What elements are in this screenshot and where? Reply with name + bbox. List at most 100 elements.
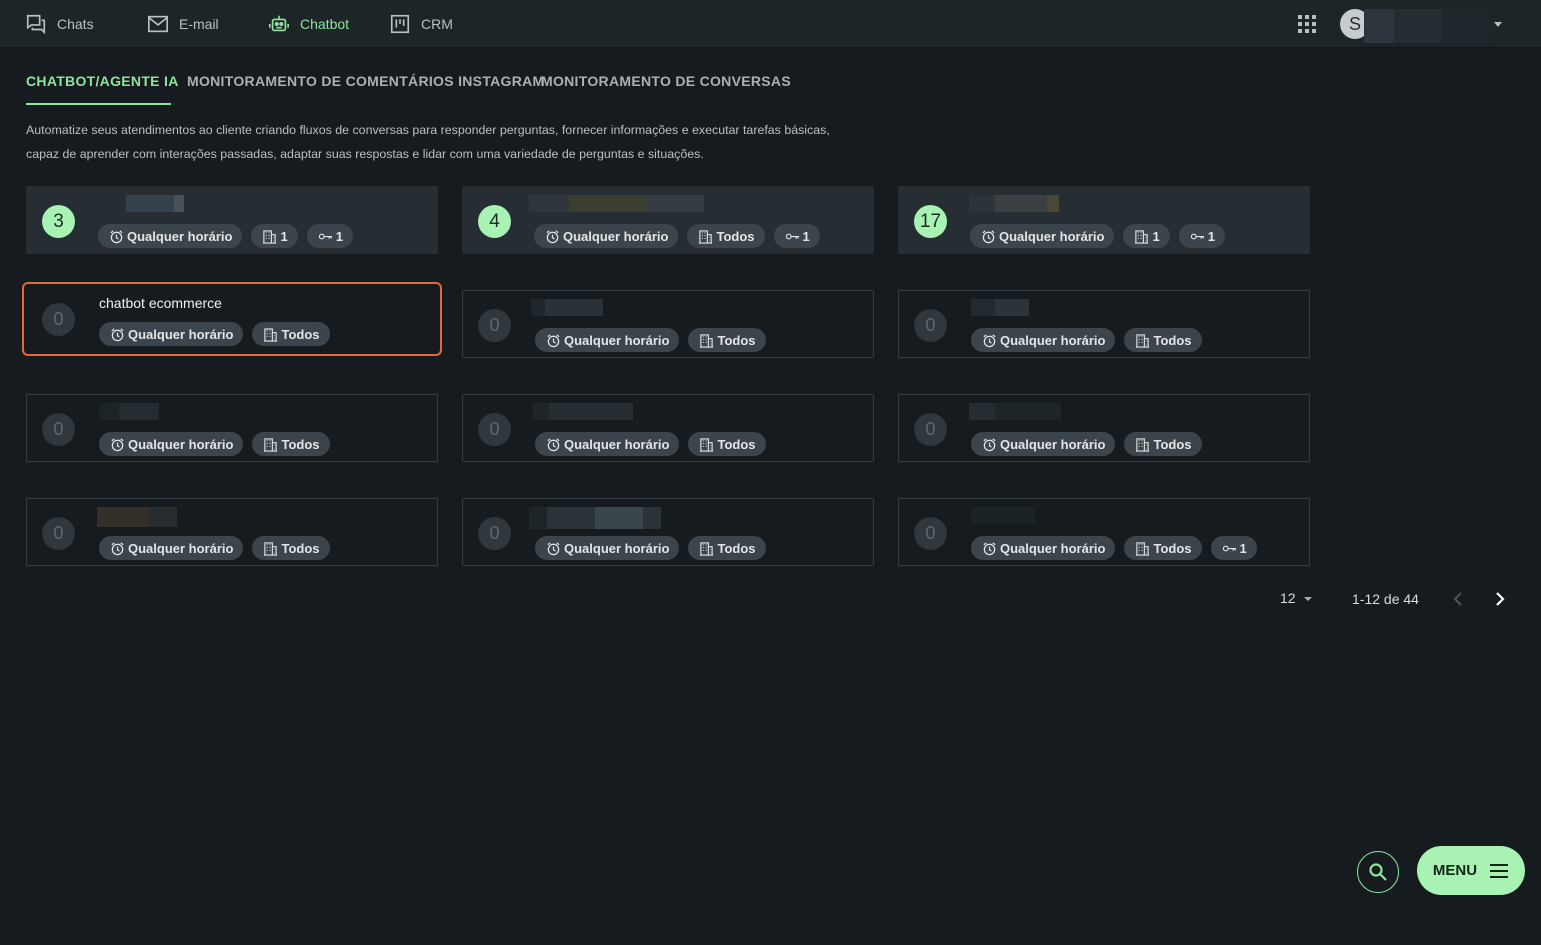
schedule-label: Qualquer horário xyxy=(999,228,1105,244)
departments-chip: Todos xyxy=(252,432,330,456)
items-per-page-value: 12 xyxy=(1280,590,1296,606)
chatbot-card[interactable]: 0 Qualquer horário Todos xyxy=(462,498,874,566)
schedule-label: Qualquer horário xyxy=(564,436,670,452)
key-icon xyxy=(1222,545,1236,551)
chat-bubbles-icon xyxy=(26,14,46,35)
card-title-redacted xyxy=(126,195,184,212)
chatbot-card[interactable]: 0 Qualquer horário Todos xyxy=(462,290,874,358)
building-icon xyxy=(700,333,714,348)
schedule-chip: Qualquer horário xyxy=(971,328,1116,352)
departments-chip: Todos xyxy=(688,328,766,352)
departments-label: 1 xyxy=(280,228,288,244)
card-count-badge: 0 xyxy=(42,517,75,550)
chatbot-card-selected[interactable]: 0 chatbot ecommerce Qualquer horário Tod… xyxy=(22,282,442,356)
card-title-redacted xyxy=(531,299,603,316)
tab-conversation-monitoring[interactable]: MONITORAMENTO DE CONVERSAS xyxy=(541,73,791,89)
chatbot-card[interactable]: 0 Qualquer horário Todos 1 xyxy=(898,498,1310,566)
chatbot-card[interactable]: 0 Qualquer horário Todos xyxy=(898,290,1310,358)
tab-instagram-monitoring[interactable]: MONITORAMENTO DE COMENTÁRIOS INSTAGRAM xyxy=(187,73,545,89)
card-count-badge: 0 xyxy=(478,309,511,342)
alarm-clock-icon xyxy=(983,541,996,555)
chevron-right-icon[interactable] xyxy=(1489,589,1509,609)
building-icon xyxy=(699,229,713,244)
departments-label: Todos xyxy=(716,228,755,244)
nav-email-label: E-mail xyxy=(179,16,219,32)
chatbot-card[interactable]: 0 Qualquer horário Todos xyxy=(26,498,438,566)
departments-label: 1 xyxy=(1152,228,1160,244)
departments-chip: 1 xyxy=(1123,224,1170,248)
alarm-clock-icon xyxy=(547,333,560,347)
card-title-redacted xyxy=(969,403,1061,420)
nav-chats-label: Chats xyxy=(57,16,94,32)
nav-email[interactable]: E-mail xyxy=(147,0,219,48)
envelope-icon xyxy=(148,15,168,33)
departments-chip: Todos xyxy=(252,322,330,346)
schedule-label: Qualquer horário xyxy=(564,332,670,348)
card-title: chatbot ecommerce xyxy=(99,295,222,311)
departments-chip: Todos xyxy=(1124,536,1202,560)
schedule-label: Qualquer horário xyxy=(128,540,234,556)
chatbot-card[interactable]: 0 Qualquer horário Todos xyxy=(462,394,874,462)
alarm-clock-icon xyxy=(547,437,560,451)
page-description: Automatize seus atendimentos ao cliente … xyxy=(26,118,926,166)
hamburger-icon xyxy=(1490,863,1509,878)
alarm-clock-icon xyxy=(546,229,559,243)
departments-label: Todos xyxy=(717,540,756,556)
chatbot-card[interactable]: 4 Qualquer horário Todos 1 xyxy=(462,186,874,254)
alarm-clock-icon xyxy=(983,333,996,347)
keys-chip: 1 xyxy=(773,224,820,248)
chatbot-card[interactable]: 17 Qualquer horário 1 1 xyxy=(898,186,1310,254)
schedule-chip: Qualquer horário xyxy=(970,224,1115,248)
building-icon xyxy=(1136,437,1150,452)
departments-chip: Todos xyxy=(252,536,330,560)
building-icon xyxy=(264,327,278,342)
card-count-badge: 3 xyxy=(42,205,75,238)
card-count-badge: 0 xyxy=(42,303,75,336)
card-count-badge: 0 xyxy=(478,413,511,446)
schedule-chip: Qualquer horário xyxy=(535,432,680,456)
chatbot-card[interactable]: 0 Qualquer horário Todos xyxy=(898,394,1310,462)
nav-chatbot[interactable]: Chatbot xyxy=(268,0,349,48)
search-button[interactable] xyxy=(1357,851,1399,893)
search-icon xyxy=(1369,863,1387,881)
schedule-chip: Qualquer horário xyxy=(99,536,244,560)
departments-label: Todos xyxy=(281,436,320,452)
description-line-1: Automatize seus atendimentos ao cliente … xyxy=(26,123,830,137)
chevron-left-icon[interactable] xyxy=(1449,589,1469,609)
card-count-badge: 0 xyxy=(914,413,947,446)
alarm-clock-icon xyxy=(111,327,124,341)
departments-chip: Todos xyxy=(1124,328,1202,352)
card-title-redacted xyxy=(529,195,704,212)
keys-chip: 1 xyxy=(306,224,353,248)
key-icon xyxy=(785,233,799,239)
card-count-badge: 0 xyxy=(478,517,511,550)
building-icon xyxy=(700,541,714,556)
chevron-down-icon[interactable] xyxy=(1492,18,1504,30)
chatbot-card[interactable]: 3 Qualquer horário 1 1 xyxy=(26,186,438,254)
pagination-range: 1-12 de 44 xyxy=(1352,591,1419,607)
avatar-initial: S xyxy=(1348,13,1361,34)
schedule-label: Qualquer horário xyxy=(1000,332,1106,348)
nav-chats[interactable]: Chats xyxy=(25,0,94,48)
keys-label: 1 xyxy=(1207,228,1215,244)
apps-grid-icon[interactable] xyxy=(1297,14,1317,34)
menu-button[interactable]: MENU xyxy=(1417,846,1525,895)
schedule-chip: Qualquer horário xyxy=(99,322,244,346)
schedule-chip: Qualquer horário xyxy=(99,432,244,456)
kanban-board-icon xyxy=(390,14,410,34)
tab-chatbot-agent[interactable]: CHATBOT/AGENTE IA xyxy=(26,73,179,89)
alarm-clock-icon xyxy=(111,437,124,451)
card-count-badge: 0 xyxy=(42,413,75,446)
card-title-redacted xyxy=(97,507,177,527)
chatbot-card[interactable]: 0 Qualquer horário Todos xyxy=(26,394,438,462)
chevron-down-icon xyxy=(1303,597,1312,601)
departments-chip: Todos xyxy=(1124,432,1202,456)
schedule-label: Qualquer horário xyxy=(128,326,234,342)
building-icon xyxy=(1136,333,1150,348)
nav-crm[interactable]: CRM xyxy=(389,0,453,48)
schedule-chip: Qualquer horário xyxy=(971,536,1116,560)
items-per-page-select[interactable]: 12 xyxy=(1280,590,1314,606)
menu-button-label: MENU xyxy=(1432,862,1478,879)
building-icon xyxy=(1135,229,1149,244)
schedule-label: Qualquer horário xyxy=(1000,540,1106,556)
